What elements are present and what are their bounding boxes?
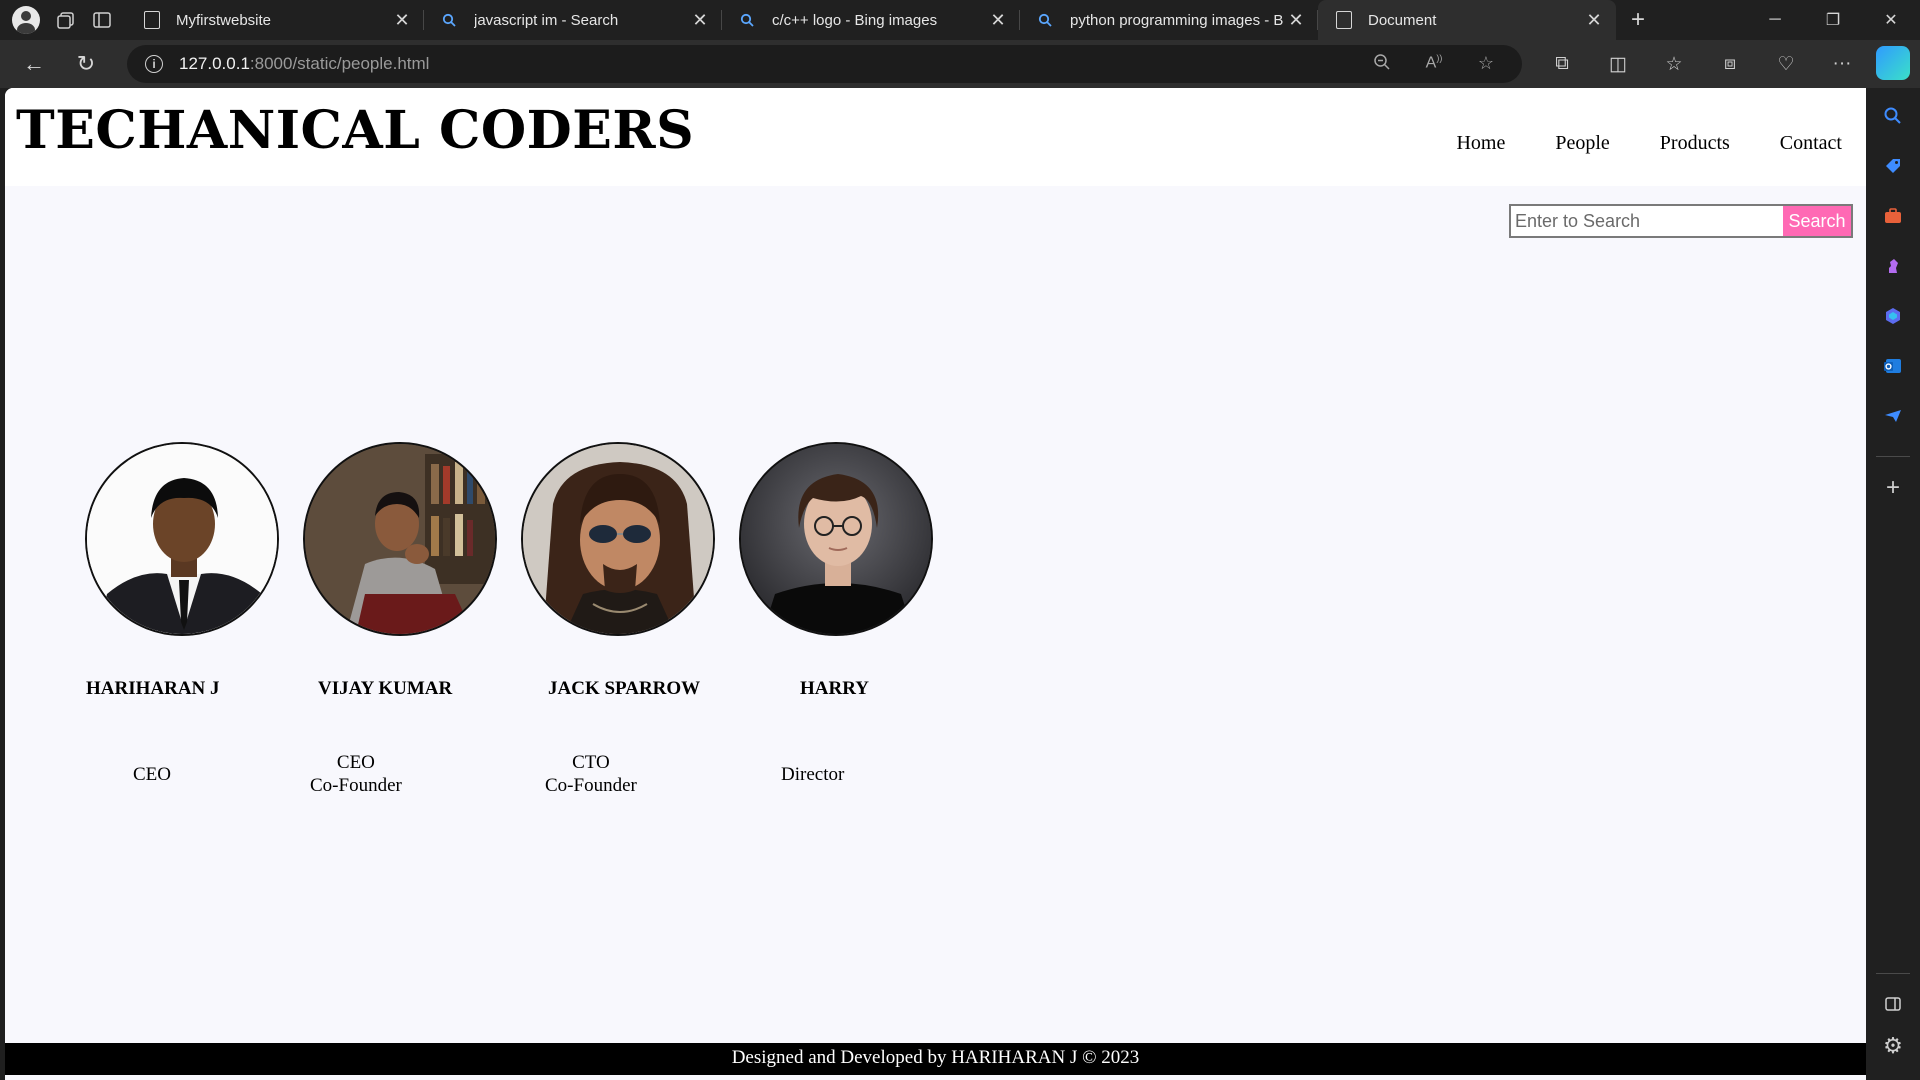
- nav-link-people[interactable]: People: [1555, 132, 1609, 155]
- nav-link-home[interactable]: Home: [1456, 132, 1505, 155]
- address-toolbar: ← ↻ i 127.0.0.1:8000/static/people.html …: [0, 40, 1920, 88]
- close-tab-icon[interactable]: ✕: [690, 10, 710, 31]
- browser-tab-cpp-logo[interactable]: c/c++ logo - Bing images ✕: [722, 0, 1020, 40]
- page-viewport: TECHANICAL CODERS Home People Products C…: [5, 88, 1866, 1080]
- profile-avatar-icon[interactable]: [12, 6, 40, 34]
- close-window-icon[interactable]: ✕: [1862, 0, 1920, 40]
- copilot-icon[interactable]: [1876, 46, 1910, 80]
- person-role: CEO: [133, 763, 171, 786]
- outlook-icon[interactable]: [1879, 352, 1907, 380]
- role-title: Director: [781, 764, 845, 785]
- close-tab-icon[interactable]: ✕: [1584, 10, 1604, 31]
- tools-briefcase-icon[interactable]: [1879, 202, 1907, 230]
- sidebar-divider: [1876, 456, 1910, 457]
- search-form: Search: [1509, 204, 1853, 238]
- search-button[interactable]: Search: [1783, 204, 1853, 238]
- site-title: TECHANICAL CODERS: [16, 100, 695, 161]
- games-chess-icon[interactable]: [1879, 252, 1907, 280]
- search-icon: [740, 11, 756, 29]
- search-input[interactable]: [1509, 204, 1783, 238]
- person-name: VIJAY KUMAR: [318, 678, 453, 699]
- person-role: CTO Co-Founder: [545, 751, 637, 797]
- address-bar[interactable]: i 127.0.0.1:8000/static/people.html A)) …: [127, 45, 1522, 83]
- sidebar-divider: [1876, 973, 1910, 974]
- role-title: CEO: [133, 764, 171, 785]
- page-icon: [144, 11, 160, 29]
- browser-tab-document[interactable]: Document ✕: [1318, 0, 1616, 40]
- back-icon[interactable]: ←: [8, 44, 60, 84]
- tab-title: Document: [1368, 11, 1437, 29]
- browser-tab-javascript-search[interactable]: javascript im - Search ✕: [424, 0, 722, 40]
- search-icon: [442, 11, 458, 29]
- url-host: 127.0.0.1: [179, 54, 250, 73]
- person-role: Director: [781, 763, 844, 786]
- add-sidebar-app-icon[interactable]: +: [1879, 474, 1907, 502]
- tab-title: javascript im - Search: [474, 11, 619, 29]
- page-icon: [1336, 11, 1352, 29]
- nav-link-products[interactable]: Products: [1660, 132, 1730, 155]
- send-telegram-icon[interactable]: [1879, 402, 1907, 430]
- site-nav: Home People Products Contact: [1456, 132, 1842, 155]
- role-subtitle: Co-Founder: [545, 775, 637, 796]
- tab-title: python programming images - B: [1070, 11, 1284, 29]
- search-icon: [1038, 11, 1054, 29]
- person-photo-hariharan: [85, 442, 279, 636]
- sidebar-search-icon[interactable]: [1879, 102, 1907, 130]
- collections-icon[interactable]: ⧈: [1702, 53, 1758, 75]
- refresh-icon[interactable]: ↻: [60, 44, 112, 84]
- person-name: HARIHARAN J: [86, 678, 220, 699]
- role-title: CEO: [336, 752, 375, 773]
- favorites-icon[interactable]: ☆: [1646, 53, 1702, 76]
- site-header: TECHANICAL CODERS Home People Products C…: [5, 88, 1866, 186]
- microsoft-365-icon[interactable]: [1879, 302, 1907, 330]
- settings-gear-icon[interactable]: ⚙: [1879, 1032, 1907, 1060]
- address-bar-actions: A)) ☆: [1356, 53, 1512, 76]
- edge-sidebar: + ⚙: [1866, 88, 1920, 1080]
- site-footer: Designed and Developed by HARIHARAN J © …: [5, 1043, 1866, 1075]
- close-tab-icon[interactable]: ✕: [392, 10, 412, 31]
- site-info-icon[interactable]: i: [145, 55, 163, 73]
- restore-icon[interactable]: ❐: [1804, 0, 1862, 40]
- extensions-icon[interactable]: ⧉: [1534, 53, 1590, 75]
- minimize-icon[interactable]: ─: [1746, 0, 1804, 40]
- person-role: CEO Co-Founder: [310, 751, 402, 797]
- person-photo-harry: [739, 442, 933, 636]
- role-subtitle: Co-Founder: [310, 775, 402, 796]
- nav-link-contact[interactable]: Contact: [1780, 132, 1842, 155]
- browser-essentials-icon[interactable]: ♡: [1758, 53, 1814, 76]
- zoom-out-icon[interactable]: [1356, 53, 1408, 76]
- person-photo-vijay-kumar: [303, 442, 497, 636]
- new-tab-button[interactable]: +: [1616, 6, 1660, 34]
- shopping-tag-icon[interactable]: [1879, 152, 1907, 180]
- favorite-star-icon[interactable]: ☆: [1460, 53, 1512, 76]
- close-tab-icon[interactable]: ✕: [1286, 10, 1306, 31]
- tab-title: Myfirstwebsite: [176, 11, 272, 29]
- url-path: :8000/static/people.html: [249, 54, 430, 73]
- person-name: HARRY: [800, 678, 869, 699]
- more-options-icon[interactable]: ···: [1814, 53, 1870, 75]
- browser-tab-python-images[interactable]: python programming images - B ✕: [1020, 0, 1318, 40]
- split-screen-icon[interactable]: ◫: [1590, 53, 1646, 76]
- person-photo-jack-sparrow: [521, 442, 715, 636]
- browser-tools: ⧉ ◫ ☆ ⧈ ♡ ···: [1534, 40, 1870, 88]
- close-tab-icon[interactable]: ✕: [988, 10, 1008, 31]
- role-title: CTO: [572, 752, 610, 773]
- tab-bar: Myfirstwebsite ✕ javascript im - Search …: [0, 0, 1920, 40]
- tab-title: c/c++ logo - Bing images: [772, 11, 938, 29]
- hide-sidebar-icon[interactable]: [1879, 990, 1907, 1018]
- vertical-tabs-icon[interactable]: [84, 2, 120, 38]
- person-name: JACK SPARROW: [548, 678, 701, 699]
- window-controls: ─ ❐ ✕: [1746, 0, 1920, 40]
- workspaces-icon[interactable]: [48, 2, 84, 38]
- browser-tab-myfirstwebsite[interactable]: Myfirstwebsite ✕: [126, 0, 424, 40]
- read-aloud-icon[interactable]: A)): [1408, 53, 1460, 76]
